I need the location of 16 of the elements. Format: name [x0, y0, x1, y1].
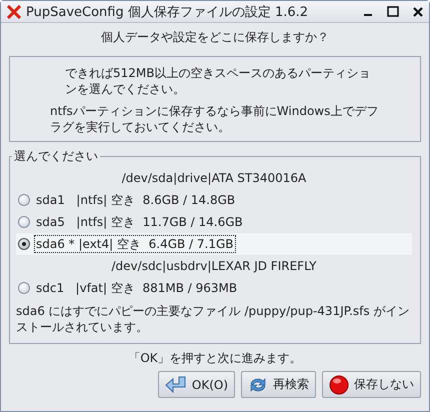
question-text: 個人データや設定をどこに保存しますか？ — [100, 29, 330, 46]
info-text: できれば512MB以上の空きスペースのあるパーティションを選んでください。 — [64, 65, 372, 97]
window-title: PupSaveConfig 個人保存ファイルの設定 1.6.2 — [26, 4, 310, 20]
partition-option[interactable]: sda6 * |ext4| 空き 6.4GB / 7.1GB — [16, 233, 412, 255]
rescan-button[interactable]: 再検索 — [241, 371, 316, 398]
drive-heading: /dev/sda|drive|ATA ST340016A — [120, 170, 308, 187]
install-note: sda6 にはすでにパピーの主要なファイル /puppy/pup-431JP.sfs がインストールされています。 — [16, 303, 410, 335]
partition-option[interactable]: sda5 |ntfs| 空き 11.7GB / 14.6GB — [16, 211, 412, 233]
group-label: 選んでください — [13, 148, 99, 165]
nosave-button[interactable]: 保存しない — [322, 371, 421, 398]
info-text: ntfsパーティションに保存するなら事前にWindows上でデフラグを実行しておいてください。 — [50, 103, 380, 135]
drive-heading: /dev/sdc|usbdrv|LEXAR JD FIREFLY — [110, 258, 318, 275]
partition-option[interactable]: sda1 |ntfs| 空き 8.6GB / 14.8GB — [16, 189, 412, 211]
ok-button[interactable]: OK(O) — [158, 371, 235, 398]
hint-text: 「OK」を押すと次に進みます。 — [127, 350, 303, 367]
partition-option[interactable]: sdc1 |vfat| 空き 881MB / 963MB — [16, 277, 412, 299]
